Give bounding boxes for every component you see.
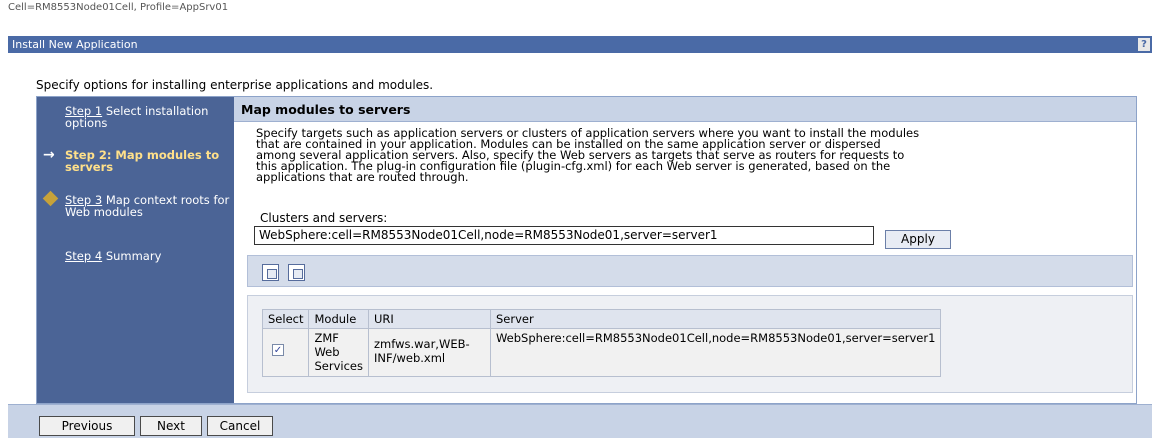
uri-cell: zmfws.war,WEB- INF/web.xml	[367, 328, 491, 377]
header-uri[interactable]: URI	[367, 309, 491, 329]
header-server[interactable]: Server	[489, 309, 942, 329]
clusters-label: Clusters and servers:	[260, 211, 388, 225]
module-name: ZMF	[314, 331, 339, 345]
header-module[interactable]: Module	[308, 309, 369, 329]
module-name: Services	[314, 359, 363, 373]
step-4[interactable]: Step 4 Summary	[65, 250, 161, 262]
cell-profile-text: Cell=RM8553Node01Cell, Profile=AppSrv01	[8, 2, 229, 13]
table-header-row: Select Module URI Server	[261, 309, 942, 329]
step-1[interactable]: Step 1 Select installation options	[65, 105, 234, 129]
row-checkbox[interactable]: ✓	[272, 344, 284, 356]
server-cell: WebSphere:cell=RM8553Node01Cell,node=RM8…	[489, 328, 942, 377]
cancel-button[interactable]: Cancel	[207, 416, 273, 436]
header-select[interactable]: Select	[261, 309, 310, 329]
apply-button[interactable]: Apply	[885, 230, 951, 249]
help-button[interactable]: ?	[1138, 38, 1150, 51]
select-cell: ✓	[261, 328, 310, 377]
table-row: ✓ ZMF Web Services zmfws.war,WEB- INF/we…	[261, 328, 942, 377]
current-step-arrow-icon: →	[43, 147, 55, 163]
description: Specify targets such as application serv…	[256, 127, 1136, 184]
module-name: Web	[314, 345, 340, 359]
table-toolbar	[247, 255, 1133, 287]
clusters-servers-select[interactable]: WebSphere:cell=RM8553Node01Cell,node=RM8…	[254, 226, 874, 245]
intro-text: Specify options for installing enterpris…	[36, 78, 434, 92]
uri-text: INF/web.xml	[373, 351, 446, 365]
wizard-panel: Step 1 Select installation options → Ste…	[36, 96, 1137, 404]
content-title: Map modules to servers	[234, 97, 1136, 122]
uri-text: zmfws.war,WEB-	[373, 337, 470, 351]
window-titlebar: Install New Application ?	[8, 36, 1152, 53]
previous-button[interactable]: Previous	[39, 416, 135, 436]
next-button[interactable]: Next	[140, 416, 202, 436]
window-title: Install New Application	[12, 38, 138, 51]
wizard-footer: Previous Next Cancel	[8, 404, 1152, 438]
module-cell: ZMF Web Services	[308, 328, 369, 377]
description-line: applications that are routed through.	[256, 170, 469, 184]
step-marker-icon	[42, 190, 59, 207]
step-2-current: Step 2: Map modules to servers	[65, 148, 220, 174]
wizard-steps-sidebar: Step 1 Select installation options → Ste…	[37, 97, 234, 403]
select-all-icon[interactable]	[262, 264, 279, 281]
step-4-link[interactable]: Step 4	[65, 249, 102, 263]
modules-table: Select Module URI Server ✓ ZMF Web Servi…	[261, 309, 942, 377]
modules-table-area: Select Module URI Server ✓ ZMF Web Servi…	[247, 295, 1133, 393]
step-3[interactable]: Step 3 Map context roots for Web modules	[65, 194, 234, 218]
deselect-all-icon[interactable]	[288, 264, 305, 281]
step-content: Map modules to servers Specify targets s…	[234, 97, 1136, 403]
step-4-text: Summary	[105, 249, 162, 263]
